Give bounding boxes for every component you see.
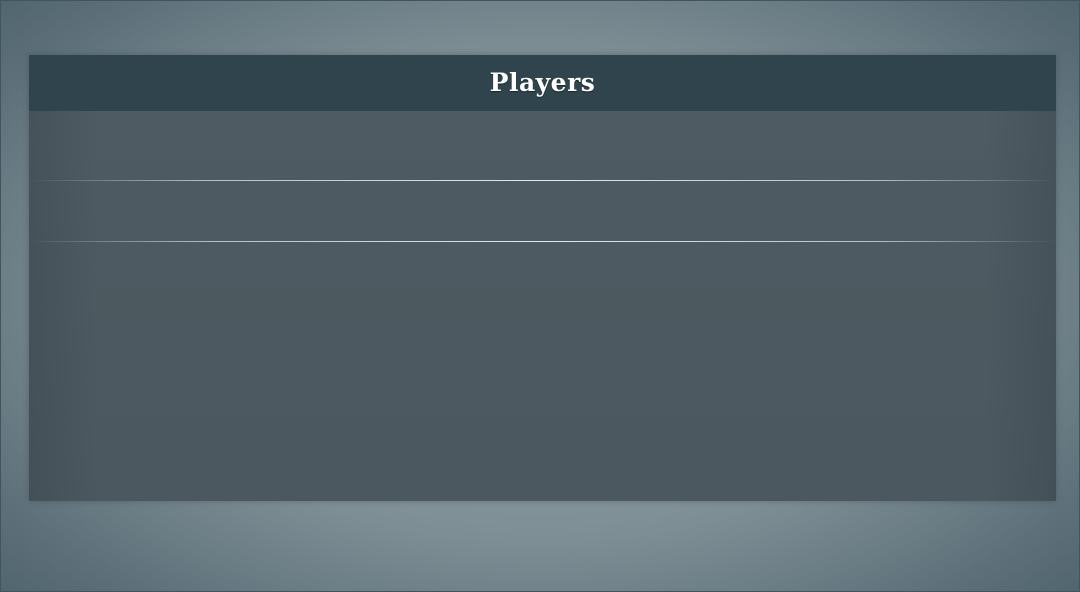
panel-header: Players bbox=[29, 55, 1056, 111]
player-row[interactable] bbox=[29, 111, 1056, 171]
panel-title: Players bbox=[489, 67, 596, 97]
players-screen: { "panel": { "title": "Players", "rows":… bbox=[0, 0, 1080, 592]
players-panel: Players bbox=[29, 55, 1056, 501]
row-divider bbox=[29, 180, 1056, 181]
row-divider bbox=[29, 241, 1056, 242]
player-row[interactable] bbox=[29, 172, 1056, 232]
players-list bbox=[29, 111, 1056, 501]
